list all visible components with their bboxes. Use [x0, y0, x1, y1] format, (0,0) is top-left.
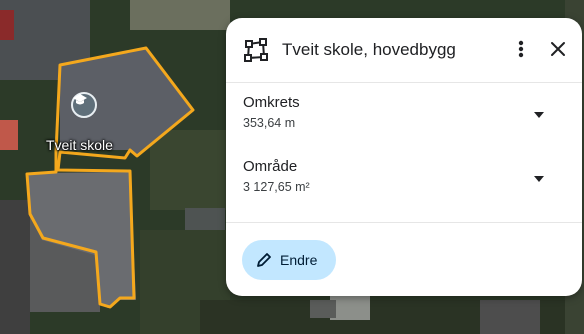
edit-button-label: Endre: [280, 252, 318, 268]
metric-area[interactable]: Område 3 127,65 m²: [226, 158, 582, 218]
metric-perimeter[interactable]: Omkrets 353,64 m: [226, 94, 582, 154]
card-header: Tveit skole, hovedbygg: [226, 18, 582, 82]
actions-divider: [226, 222, 582, 223]
metric-label: Område: [243, 158, 298, 175]
metric-label: Omkrets: [243, 94, 300, 111]
close-icon: [551, 42, 565, 56]
map-place-label[interactable]: Tveit skole: [46, 137, 113, 153]
close-button[interactable]: [541, 32, 575, 66]
feature-info-card: Tveit skole, hovedbygg Omkrets 353,64 m …: [226, 18, 582, 296]
edit-button[interactable]: Endre: [242, 240, 336, 280]
polygon-icon: [244, 38, 268, 62]
header-divider: [226, 82, 582, 83]
feature-title: Tveit skole, hovedbygg: [282, 40, 456, 59]
chevron-down-icon[interactable]: [530, 106, 548, 124]
metric-value: 353,64 m: [243, 116, 296, 130]
graduation-cap-glyph: [73, 94, 87, 105]
school-icon[interactable]: [71, 92, 97, 118]
pencil-icon: [257, 253, 271, 267]
more-vert-icon: [518, 40, 524, 58]
more-options-button[interactable]: [506, 34, 536, 64]
chevron-down-icon[interactable]: [530, 170, 548, 188]
metric-value: 3 127,65 m²: [243, 180, 310, 194]
